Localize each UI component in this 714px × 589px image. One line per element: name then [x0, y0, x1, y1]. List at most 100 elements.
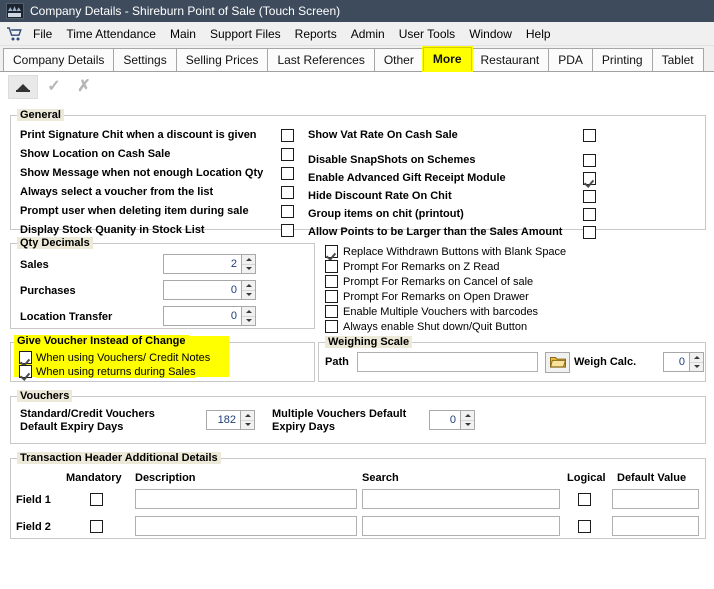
- menu-support-files[interactable]: Support Files: [203, 24, 288, 44]
- tab-strip: Company Details Settings Selling Prices …: [0, 46, 714, 72]
- give-voucher-checkbox-1[interactable]: [19, 365, 32, 378]
- menu-main[interactable]: Main: [163, 24, 203, 44]
- field-2-mandatory-checkbox[interactable]: [90, 520, 103, 533]
- field-1-mandatory-checkbox[interactable]: [90, 493, 103, 506]
- misc-checkbox-0[interactable]: [325, 245, 338, 258]
- misc-checkbox-1[interactable]: [325, 260, 338, 273]
- field-2-label: Field 2: [16, 521, 51, 533]
- general-left-label-3: Always select a voucher from the list: [20, 186, 214, 198]
- field-2-default-value-input[interactable]: [612, 516, 699, 536]
- general-right-checkbox-5[interactable]: [583, 226, 596, 239]
- qty-sales-stepper-buttons[interactable]: [241, 254, 256, 274]
- tab-pda[interactable]: PDA: [548, 48, 593, 71]
- weigh-calc-stepper-buttons[interactable]: [689, 352, 704, 372]
- qty-purchases-down-icon[interactable]: [242, 291, 255, 300]
- qty-purchases-up-icon[interactable]: [242, 281, 255, 291]
- general-left-label-4: Prompt user when deleting item during sa…: [20, 205, 249, 217]
- misc-checkbox-4[interactable]: [325, 305, 338, 318]
- qty-sales-label: Sales: [20, 259, 49, 271]
- multiple-voucher-expiry-stepper[interactable]: 0: [429, 410, 475, 430]
- weigh-calc-stepper[interactable]: 0: [663, 352, 704, 372]
- qty-purchases-stepper-buttons[interactable]: [241, 280, 256, 300]
- field-1-search-input[interactable]: [362, 489, 560, 509]
- general-right-checkbox-3[interactable]: [583, 190, 596, 203]
- general-right-checkbox-1[interactable]: [583, 154, 596, 167]
- misc-label-2: Prompt For Remarks on Cancel of sale: [343, 275, 534, 288]
- qty-purchases-stepper[interactable]: 0: [163, 280, 256, 300]
- general-right-checkbox-4[interactable]: [583, 208, 596, 221]
- qty-location-transfer-label: Location Transfer: [20, 311, 113, 323]
- multiple-voucher-down-icon[interactable]: [461, 421, 474, 430]
- general-left-checkbox-2[interactable]: [281, 167, 294, 180]
- misc-checkbox-5[interactable]: [325, 320, 338, 333]
- field-1-description-input[interactable]: [135, 489, 357, 509]
- general-left-checkbox-5[interactable]: [281, 224, 294, 237]
- tab-selling-prices[interactable]: Selling Prices: [175, 48, 269, 71]
- tab-last-references[interactable]: Last References: [267, 48, 375, 71]
- general-left-checkbox-1[interactable]: [281, 148, 294, 161]
- window-titlebar: Company Details - Shireburn Point of Sal…: [0, 0, 714, 22]
- tab-other[interactable]: Other: [373, 48, 424, 71]
- tab-company-details[interactable]: Company Details: [3, 48, 115, 71]
- qty-location-transfer-up-icon[interactable]: [242, 307, 255, 317]
- x-icon: ✗: [77, 78, 91, 95]
- qty-location-transfer-stepper-buttons[interactable]: [241, 306, 256, 326]
- weighing-path-input[interactable]: [357, 352, 538, 372]
- standard-voucher-expiry-stepper[interactable]: 182: [206, 410, 255, 430]
- general-left-checkbox-0[interactable]: [281, 129, 294, 142]
- standard-voucher-down-icon[interactable]: [241, 421, 254, 430]
- give-voucher-checkbox-0[interactable]: [19, 351, 32, 364]
- general-left-checkbox-3[interactable]: [281, 186, 294, 199]
- column-header-mandatory: Mandatory: [66, 472, 122, 484]
- tab-restaurant[interactable]: Restaurant: [470, 48, 550, 71]
- give-voucher-legend-overlay: Give Voucher Instead of Change: [14, 335, 189, 347]
- weigh-calc-value[interactable]: 0: [663, 352, 689, 372]
- multiple-voucher-up-icon[interactable]: [461, 411, 474, 421]
- general-right-label-5: Allow Points to be Larger than the Sales…: [308, 226, 563, 238]
- qty-location-transfer-stepper[interactable]: 0: [163, 306, 256, 326]
- field-1-default-value-input[interactable]: [612, 489, 699, 509]
- weigh-calc-up-icon[interactable]: [690, 353, 703, 363]
- menu-window[interactable]: Window: [462, 24, 519, 44]
- general-right-checkbox-0[interactable]: [583, 129, 596, 142]
- close-panel-button[interactable]: [8, 75, 38, 99]
- multiple-voucher-stepper-buttons[interactable]: [460, 410, 475, 430]
- multiple-voucher-expiry-value[interactable]: 0: [429, 410, 460, 430]
- general-left-checkbox-4[interactable]: [281, 205, 294, 218]
- cancel-button[interactable]: ✗: [70, 76, 98, 98]
- menu-user-tools[interactable]: User Tools: [392, 24, 462, 44]
- general-left-label-5: Display Stock Quanity in Stock List: [20, 224, 205, 236]
- qty-sales-down-icon[interactable]: [242, 265, 255, 274]
- general-right-label-2: Enable Advanced Gift Receipt Module: [308, 172, 506, 184]
- qty-location-transfer-value[interactable]: 0: [163, 306, 241, 326]
- standard-voucher-up-icon[interactable]: [241, 411, 254, 421]
- give-voucher-label-1: When using returns during Sales: [36, 365, 196, 378]
- weigh-calc-down-icon[interactable]: [690, 363, 703, 372]
- qty-sales-stepper[interactable]: 2: [163, 254, 256, 274]
- menu-file[interactable]: File: [26, 24, 59, 44]
- standard-voucher-expiry-value[interactable]: 182: [206, 410, 240, 430]
- qty-location-transfer-down-icon[interactable]: [242, 317, 255, 326]
- field-2-search-input[interactable]: [362, 516, 560, 536]
- menu-help[interactable]: Help: [519, 24, 558, 44]
- confirm-button[interactable]: ✓: [40, 76, 68, 98]
- tab-more[interactable]: More: [422, 47, 472, 71]
- tab-tablet[interactable]: Tablet: [651, 48, 704, 71]
- qty-sales-value[interactable]: 2: [163, 254, 241, 274]
- tab-printing[interactable]: Printing: [591, 48, 653, 71]
- menu-admin[interactable]: Admin: [344, 24, 392, 44]
- field-1-logical-checkbox[interactable]: [578, 493, 591, 506]
- misc-checkbox-3[interactable]: [325, 290, 338, 303]
- standard-voucher-stepper-buttons[interactable]: [240, 410, 255, 430]
- menu-time-attendance[interactable]: Time Attendance: [59, 24, 163, 44]
- field-2-description-input[interactable]: [135, 516, 357, 536]
- misc-checkbox-2[interactable]: [325, 275, 338, 288]
- qty-sales-up-icon[interactable]: [242, 255, 255, 265]
- qty-purchases-value[interactable]: 0: [163, 280, 241, 300]
- menu-reports[interactable]: Reports: [288, 24, 344, 44]
- tab-settings[interactable]: Settings: [113, 48, 177, 71]
- misc-label-1: Prompt For Remarks on Z Read: [343, 260, 500, 273]
- field-2-logical-checkbox[interactable]: [578, 520, 591, 533]
- general-right-checkbox-2[interactable]: [583, 172, 596, 185]
- browse-path-button[interactable]: [545, 352, 570, 373]
